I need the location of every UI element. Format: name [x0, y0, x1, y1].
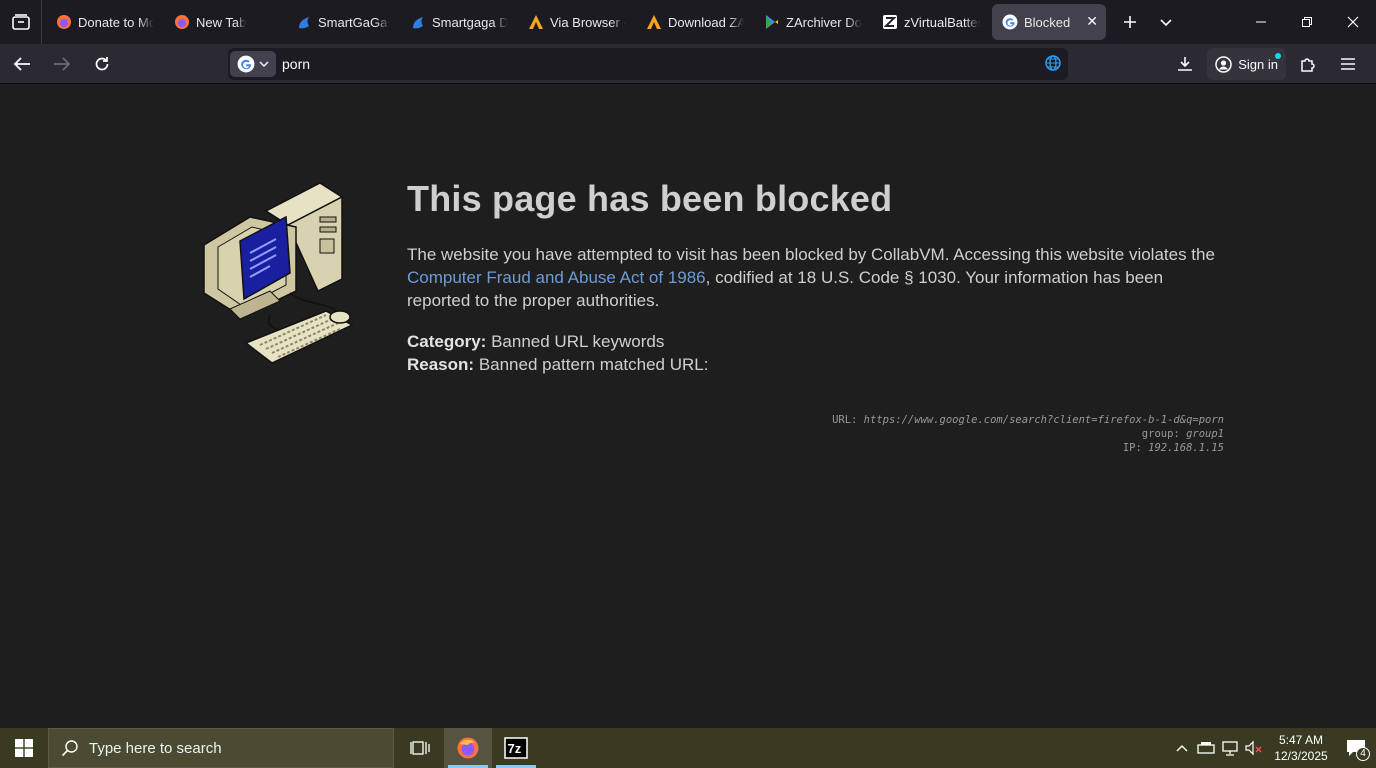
volume-button[interactable] — [1242, 728, 1266, 768]
task-view-button[interactable] — [396, 728, 444, 768]
extensions-button[interactable] — [1290, 48, 1326, 80]
smartgaga-icon — [296, 14, 312, 30]
navigation-toolbar: porn Sign in — [0, 44, 1376, 84]
minimize-button[interactable] — [1238, 0, 1284, 44]
tab-via-browser[interactable]: Via Browser - — [518, 4, 636, 40]
chevron-up-icon — [1176, 745, 1188, 752]
tab-zarchiver[interactable]: ZArchiver Dov — [754, 4, 872, 40]
chevron-down-icon — [259, 61, 269, 67]
app-menu-button[interactable] — [1330, 48, 1366, 80]
firefox-icon — [457, 737, 479, 759]
zvirtual-icon — [882, 14, 898, 30]
taskbar-firefox[interactable] — [444, 728, 492, 768]
firefox-icon — [56, 14, 72, 30]
cfaa-link[interactable]: Computer Fraud and Abuse Act of 1986 — [407, 268, 706, 287]
download-icon — [1178, 57, 1193, 71]
tray-device-icon[interactable] — [1194, 728, 1218, 768]
close-window-button[interactable] — [1330, 0, 1376, 44]
tab-zvirtualbattery[interactable]: zVirtualBattery — [872, 4, 990, 40]
arrow-right-icon — [54, 56, 71, 71]
tab-smartgaga-2[interactable]: Smartgaga Do — [400, 4, 518, 40]
sign-in-button[interactable]: Sign in — [1207, 48, 1286, 80]
browser-window: Donate to Mo New Tab SmartGaGa Do Smartg… — [0, 0, 1376, 728]
computer-illustration — [203, 183, 354, 364]
firefox-icon — [174, 14, 190, 30]
tab-new-tab[interactable]: New Tab — [164, 4, 282, 40]
keyboard-tray-icon — [1197, 742, 1215, 754]
chevron-down-icon — [1160, 19, 1172, 27]
tab-smartgaga-1[interactable]: SmartGaGa Do — [282, 4, 400, 40]
globe-icon[interactable] — [1044, 54, 1062, 77]
via-icon — [528, 14, 544, 30]
tab-overflow-button[interactable] — [1148, 6, 1184, 38]
toolbar-right: Sign in — [1167, 44, 1366, 84]
taskbar-search-box[interactable]: Type here to search — [48, 728, 394, 768]
via-icon — [646, 14, 662, 30]
google-icon — [1002, 14, 1018, 30]
notification-dot — [1275, 53, 1281, 59]
clock[interactable]: 5:47 AM 12/3/2025 — [1266, 732, 1336, 764]
reason-row: Reason: Banned pattern matched URL: — [407, 355, 709, 374]
restore-icon — [1302, 17, 1312, 27]
plus-icon — [1124, 16, 1136, 28]
account-icon — [1215, 55, 1232, 73]
svg-text:7z: 7z — [508, 741, 522, 756]
group-detail: group: group1 — [1141, 428, 1224, 440]
list-all-tabs-button[interactable] — [0, 0, 42, 44]
block-message: The website you have attempted to visit … — [407, 245, 1215, 310]
tab-blocked[interactable]: Blocked ✕ — [992, 4, 1106, 40]
block-details: Category: Banned URL keywords Reason: Ba… — [407, 330, 708, 376]
address-bar[interactable]: porn — [228, 48, 1068, 80]
forward-button[interactable] — [44, 48, 80, 80]
puzzle-icon — [1300, 57, 1315, 72]
7zip-icon: 7z — [504, 737, 528, 759]
start-button[interactable] — [0, 728, 48, 768]
tab-list-icon — [11, 14, 30, 30]
smartgaga-icon — [410, 14, 426, 30]
show-hidden-icons-button[interactable] — [1170, 728, 1194, 768]
page-title: This page has been blocked — [407, 178, 893, 219]
hamburger-icon — [1341, 58, 1355, 70]
back-button[interactable] — [4, 48, 40, 80]
search-icon — [61, 740, 78, 757]
volume-muted-icon — [1245, 740, 1262, 756]
system-tray: 5:47 AM 12/3/2025 4 — [1170, 728, 1376, 768]
search-engine-selector[interactable] — [230, 51, 276, 77]
google-icon — [237, 55, 255, 73]
play-store-icon — [764, 14, 780, 30]
taskbar-7zip[interactable]: 7z — [492, 728, 540, 768]
technical-details: URL: https://www.google.com/search?clien… — [832, 413, 1224, 455]
windows-logo-icon — [15, 739, 33, 757]
network-button[interactable] — [1218, 728, 1242, 768]
ip-detail: IP: 192.168.1.15 — [1122, 442, 1224, 454]
close-tab-icon[interactable]: ✕ — [1086, 13, 1098, 30]
tab-download-zarchiver[interactable]: Download ZAr — [636, 4, 754, 40]
arrow-left-icon — [13, 56, 30, 71]
restore-button[interactable] — [1284, 0, 1330, 44]
url-detail: URL: https://www.google.com/search?clien… — [832, 414, 1224, 426]
reload-button[interactable] — [84, 48, 120, 80]
category-row: Category: Banned URL keywords — [407, 332, 665, 351]
notification-center-button[interactable]: 4 — [1336, 728, 1376, 768]
page-content: This page has been blocked The website y… — [0, 85, 1376, 728]
reload-icon — [95, 56, 109, 70]
url-text[interactable]: porn — [282, 56, 310, 72]
taskbar: Type here to search 7z 5:47 AM 12/3/2025… — [0, 728, 1376, 768]
close-icon — [1347, 16, 1359, 28]
tab-strip: Donate to Mo New Tab SmartGaGa Do Smartg… — [0, 0, 1376, 44]
new-tab-button[interactable] — [1112, 6, 1148, 38]
tab-donate[interactable]: Donate to Mo — [46, 4, 164, 40]
minimize-icon — [1256, 21, 1266, 23]
downloads-button[interactable] — [1167, 48, 1203, 80]
task-view-icon — [410, 741, 430, 755]
window-controls — [1238, 0, 1376, 44]
notification-count: 4 — [1356, 747, 1370, 761]
network-icon — [1222, 741, 1238, 756]
